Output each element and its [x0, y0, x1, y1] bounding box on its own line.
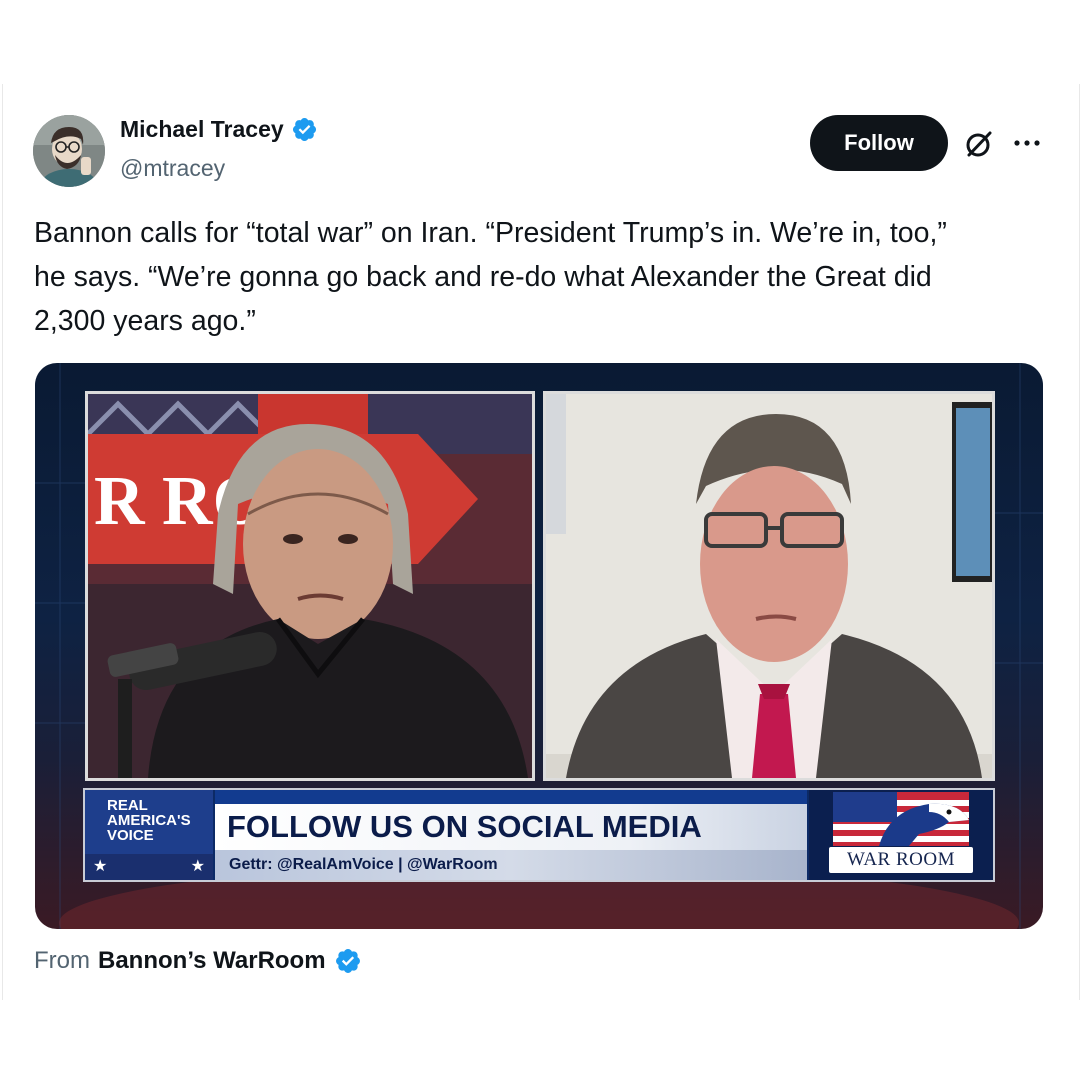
star-icon: ★ [93, 858, 108, 875]
verified-badge-icon [292, 117, 316, 142]
source-account-link[interactable]: Bannon’s WarRoom [98, 947, 326, 975]
guest-scene [546, 394, 992, 778]
tweet-text-line: Bannon calls for “total war” on Iran. “P… [34, 217, 947, 249]
logo-star-row: ★ ★ [85, 854, 213, 880]
tweet-text-line: he says. “We’re gonna go back and re-do … [34, 261, 932, 293]
network-logo-line: REAL [107, 797, 148, 814]
ticker-headline: FOLLOW US ON SOCIAL MEDIA [215, 804, 807, 850]
eagle-flag-icon [833, 792, 969, 846]
war-room-logo: WAR ROOM [809, 790, 993, 880]
tweet-text-line: 2,300 years ago.” [34, 305, 256, 337]
tweet-text: Bannon calls for “total war” on Iran. “P… [34, 211, 1044, 343]
ticker-subline: Gettr: @RealAmVoice | @WarRoom [215, 850, 807, 880]
author-handle[interactable]: @mtracey [120, 155, 225, 182]
network-logo-line: AMERICA'S [107, 812, 191, 829]
verified-badge-icon [335, 949, 360, 973]
network-logo-line: VOICE [107, 827, 154, 844]
lower-third-banner: REAL AMERICA'S VOICE ★ ★ FOLLOW US ON SO… [83, 788, 995, 882]
media-source-attribution: From Bannon’s WarRoom [34, 947, 362, 975]
real-americas-voice-logo: REAL AMERICA'S VOICE ★ ★ [85, 790, 213, 880]
grok-icon[interactable] [962, 127, 996, 161]
avatar-illustration [33, 115, 105, 187]
more-icon[interactable] [1012, 136, 1042, 150]
war-room-label: WAR ROOM [829, 847, 973, 873]
author-avatar[interactable] [33, 115, 105, 187]
video-panel-host: R RO [85, 391, 535, 781]
follow-button[interactable]: Follow [810, 115, 948, 171]
host-scene: R RO [88, 394, 532, 778]
video-media[interactable]: R RO REAL AMERICA'S VOICE ★ ★ FOLLOW US … [35, 363, 1043, 929]
video-panel-guest [543, 391, 995, 781]
star-icon: ★ [190, 858, 205, 875]
ticker-top-bar [215, 790, 807, 804]
author-display-name[interactable]: Michael Tracey [120, 116, 284, 143]
author-name-row[interactable]: Michael Tracey [120, 116, 318, 143]
source-prefix: From [34, 947, 90, 974]
